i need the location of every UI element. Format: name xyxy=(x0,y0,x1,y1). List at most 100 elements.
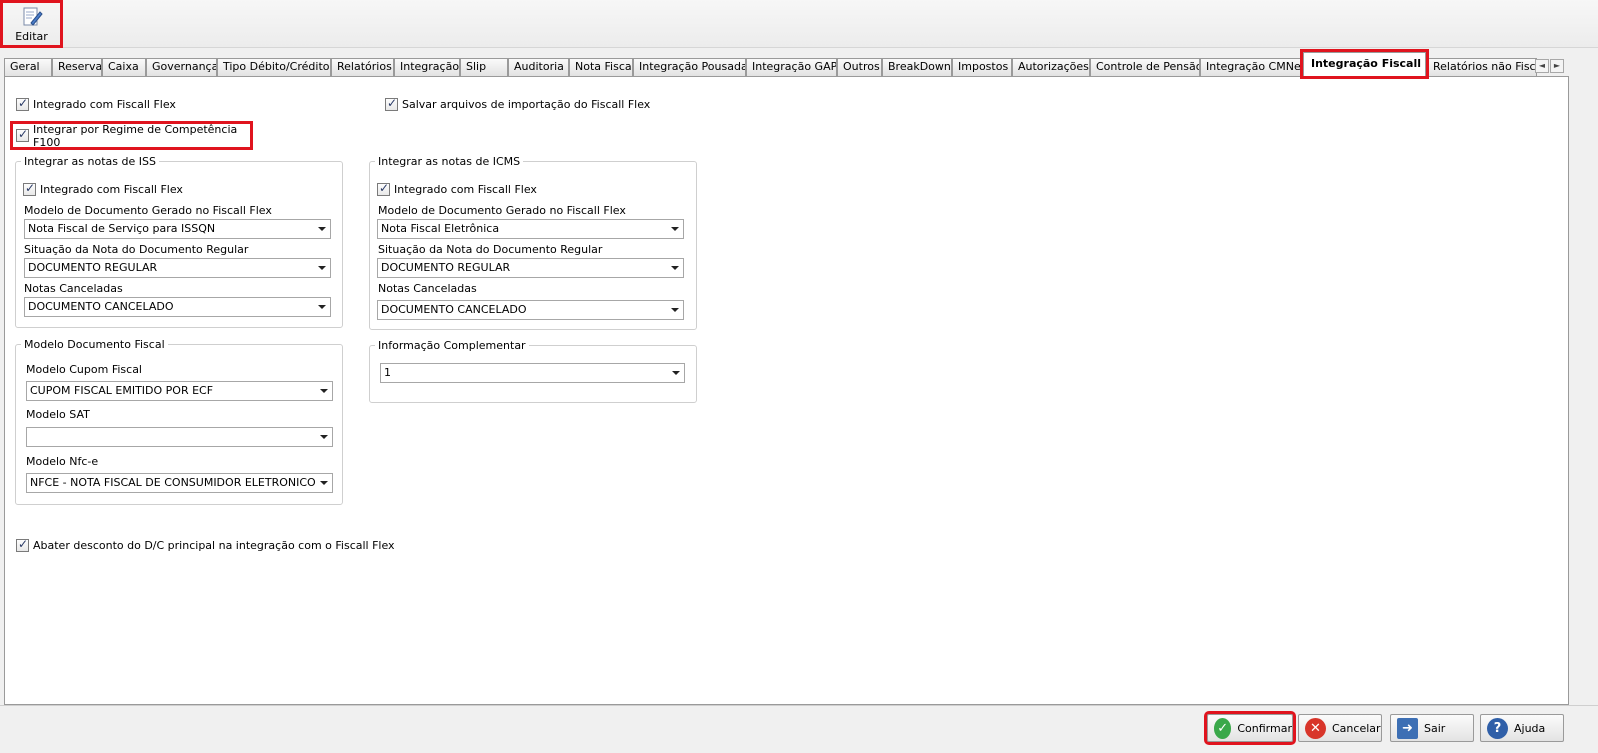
informacao-complementar-value: 1 xyxy=(384,366,391,379)
icms-group-title: Integrar as notas de ICMS xyxy=(378,155,521,168)
modelo-cupom-value: CUPOM FISCAL EMITIDO POR ECF xyxy=(30,384,214,397)
dropdown-arrow-icon xyxy=(671,227,679,231)
dropdown-arrow-icon xyxy=(320,389,328,393)
tab-outros[interactable]: Outros xyxy=(837,58,882,76)
checkbox-checked-icon xyxy=(16,537,29,552)
checkbox-checked-icon xyxy=(16,96,29,111)
tab-integracao-pousada[interactable]: Integração Pousada xyxy=(633,58,746,76)
cancel-icon: ✕ xyxy=(1305,717,1326,739)
tab-controle-de-pensao[interactable]: Controle de Pensão xyxy=(1090,58,1200,76)
dropdown-arrow-icon xyxy=(320,481,328,485)
integrado-fiscall-flex-label: Integrado com Fiscall Flex xyxy=(33,98,176,111)
dropdown-arrow-icon xyxy=(318,305,326,309)
help-button-label: Ajuda xyxy=(1514,721,1546,735)
tab-relatorios-nao-fiscais[interactable]: Relatórios não Fisca xyxy=(1427,58,1537,76)
confirm-button-label: Confirmar xyxy=(1237,721,1292,735)
iss-situacao-value: DOCUMENTO REGULAR xyxy=(28,261,158,274)
tab-breakdown[interactable]: BreakDown xyxy=(882,58,952,76)
integrar-regime-competencia-checkbox[interactable]: Integrar por Regime de Competência F100 xyxy=(10,121,253,150)
iss-canceladas-select[interactable]: DOCUMENTO CANCELADO xyxy=(24,297,331,317)
integrar-regime-competencia-label: Integrar por Regime de Competência F100 xyxy=(33,122,238,149)
edit-button-label: Editar xyxy=(15,29,48,43)
dropdown-arrow-icon xyxy=(318,227,326,231)
cancel-button-label: Cancelar xyxy=(1332,721,1381,735)
check-icon: ✓ xyxy=(1214,717,1232,739)
tab-auditoria[interactable]: Auditoria xyxy=(508,58,569,76)
tab-autorizacoes[interactable]: Autorizações xyxy=(1012,58,1090,76)
icms-modelo-select[interactable]: Nota Fiscal Eletrônica xyxy=(377,219,684,239)
iss-integrado-label: Integrado com Fiscall Flex xyxy=(40,183,183,196)
icms-integrado-checkbox[interactable]: Integrado com Fiscall Flex xyxy=(377,181,537,196)
icms-canceladas-select[interactable]: DOCUMENTO CANCELADO xyxy=(377,300,684,320)
exit-button[interactable]: ➜ Sair xyxy=(1390,714,1474,742)
cancel-button[interactable]: ✕ Cancelar xyxy=(1298,714,1382,742)
icms-situacao-select[interactable]: DOCUMENTO REGULAR xyxy=(377,258,684,278)
dropdown-arrow-icon xyxy=(318,266,326,270)
salvar-arquivos-checkbox[interactable]: Salvar arquivos de importação do Fiscall… xyxy=(385,96,651,111)
tab-integracao-cmnet[interactable]: Integração CMNet xyxy=(1200,58,1301,76)
tab-relatorios[interactable]: Relatórios xyxy=(331,58,394,76)
tab-tipo-debito-credito[interactable]: Tipo Débito/Crédito xyxy=(217,58,331,76)
icms-situacao-value: DOCUMENTO REGULAR xyxy=(381,261,511,274)
modelo-sat-label: Modelo SAT xyxy=(26,408,90,421)
abater-desconto-checkbox[interactable]: Abater desconto do D/C principal na inte… xyxy=(16,537,395,552)
dropdown-arrow-icon xyxy=(671,266,679,270)
confirm-button[interactable]: ✓ Confirmar xyxy=(1204,711,1296,745)
tab-scroll-right-icon[interactable]: ► xyxy=(1550,59,1564,73)
icms-canceladas-value: DOCUMENTO CANCELADO xyxy=(381,303,527,316)
icms-situacao-label: Situação da Nota do Documento Regular xyxy=(378,243,603,256)
modelo-nfce-select[interactable]: NFCE - NOTA FISCAL DE CONSUMIDOR ELETRON… xyxy=(26,473,333,493)
edit-button[interactable]: Editar xyxy=(0,0,63,48)
tab-geral[interactable]: Geral xyxy=(4,58,52,76)
iss-situacao-label: Situação da Nota do Documento Regular xyxy=(24,243,249,256)
checkbox-checked-icon xyxy=(377,181,390,196)
modelo-documento-fiscal-title: Modelo Documento Fiscal xyxy=(24,338,165,351)
exit-door-icon: ➜ xyxy=(1397,717,1418,739)
iss-modelo-label: Modelo de Documento Gerado no Fiscall Fl… xyxy=(24,204,272,217)
edit-icon xyxy=(23,7,43,26)
iss-canceladas-value: DOCUMENTO CANCELADO xyxy=(28,300,174,313)
toolbar: Editar xyxy=(0,0,1598,48)
icms-modelo-value: Nota Fiscal Eletrônica xyxy=(381,222,500,235)
modelo-nfce-label: Modelo Nfc-e xyxy=(26,455,99,468)
informacao-complementar-title: Informação Complementar xyxy=(378,339,526,352)
help-button[interactable]: ? Ajuda xyxy=(1480,714,1564,742)
tab-strip: Geral Reserva Caixa Governança Tipo Débi… xyxy=(4,49,1594,79)
iss-group-title: Integrar as notas de ISS xyxy=(24,155,156,168)
help-icon: ? xyxy=(1487,717,1508,739)
abater-desconto-label: Abater desconto do D/C principal na inte… xyxy=(33,539,395,552)
salvar-arquivos-label: Salvar arquivos de importação do Fiscall… xyxy=(402,98,651,111)
dropdown-arrow-icon xyxy=(672,371,680,375)
tab-slip[interactable]: Slip xyxy=(460,58,508,76)
iss-situacao-select[interactable]: DOCUMENTO REGULAR xyxy=(24,258,331,278)
informacao-complementar-select[interactable]: 1 xyxy=(380,363,685,383)
iss-modelo-select[interactable]: Nota Fiscal de Serviço para ISSQN xyxy=(24,219,331,239)
dropdown-arrow-icon xyxy=(320,435,328,439)
icms-modelo-label: Modelo de Documento Gerado no Fiscall Fl… xyxy=(378,204,626,217)
checkbox-checked-icon xyxy=(23,181,36,196)
integrado-fiscall-flex-checkbox[interactable]: Integrado com Fiscall Flex xyxy=(16,96,176,111)
iss-canceladas-label: Notas Canceladas xyxy=(24,282,123,295)
bottom-action-bar: ✓ Confirmar ✕ Cancelar ➜ Sair ? Ajuda xyxy=(0,705,1598,753)
dropdown-arrow-icon xyxy=(671,308,679,312)
icms-canceladas-label: Notas Canceladas xyxy=(378,282,477,295)
checkbox-checked-icon xyxy=(385,96,398,111)
tab-nota-fiscal[interactable]: Nota Fiscal xyxy=(569,58,633,76)
modelo-nfce-value: NFCE - NOTA FISCAL DE CONSUMIDOR ELETRON… xyxy=(30,476,316,489)
tab-reserva[interactable]: Reserva xyxy=(52,58,102,76)
tab-impostos[interactable]: Impostos xyxy=(952,58,1012,76)
tab-governanca[interactable]: Governança xyxy=(146,58,217,76)
tab-integracao-fiscall-flex[interactable]: Integração Fiscall Flex xyxy=(1300,49,1429,79)
iss-modelo-value: Nota Fiscal de Serviço para ISSQN xyxy=(28,222,216,235)
modelo-sat-select[interactable] xyxy=(26,427,333,447)
tab-scroll-left-icon[interactable]: ◄ xyxy=(1535,59,1549,73)
iss-integrado-checkbox[interactable]: Integrado com Fiscall Flex xyxy=(23,181,183,196)
icms-integrado-label: Integrado com Fiscall Flex xyxy=(394,183,537,196)
exit-button-label: Sair xyxy=(1424,721,1446,735)
modelo-cupom-select[interactable]: CUPOM FISCAL EMITIDO POR ECF xyxy=(26,381,333,401)
modelo-cupom-label: Modelo Cupom Fiscal xyxy=(26,363,142,376)
tab-content-panel: Integrado com Fiscall Flex Salvar arquiv… xyxy=(4,76,1569,705)
tab-integracao[interactable]: Integração xyxy=(394,58,460,76)
tab-integracao-gap[interactable]: Integração GAP xyxy=(746,58,837,76)
tab-caixa[interactable]: Caixa xyxy=(102,58,146,76)
